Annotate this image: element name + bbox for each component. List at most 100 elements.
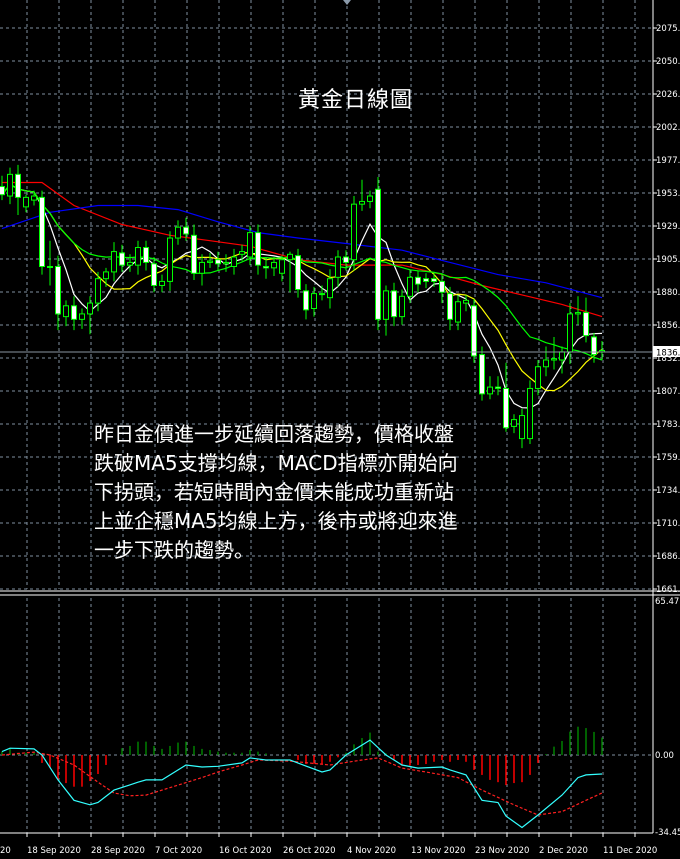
macd-signal-line — [1, 751, 603, 816]
candle-body — [519, 415, 525, 440]
candle-body — [23, 196, 29, 208]
bear-candle — [39, 190, 45, 275]
y-tick-label: 1734. — [656, 486, 680, 496]
bull-candle — [535, 359, 541, 396]
candle-body — [263, 265, 269, 269]
candle-body — [431, 278, 437, 282]
candle-body — [551, 358, 557, 361]
y-tick-label: 1977. — [656, 156, 680, 166]
candle-body — [287, 253, 293, 261]
bear-candle — [375, 177, 381, 331]
candle-body — [159, 280, 165, 286]
bear-candle — [15, 164, 21, 215]
candle-body — [343, 256, 349, 263]
candle-body — [231, 256, 237, 267]
y-tick-label: 1661. — [656, 585, 680, 595]
x-tick-label: 20 — [0, 846, 11, 856]
candle-body — [215, 259, 221, 265]
candle-body — [143, 247, 149, 263]
candle-body — [583, 312, 589, 337]
bull-candle — [279, 255, 285, 282]
x-tick-label: 2 Dec 2020 — [539, 846, 588, 856]
candle-body — [55, 265, 61, 315]
x-tick-label: 26 Oct 2020 — [283, 846, 336, 856]
bear-candle — [119, 244, 125, 272]
ma20-line — [1, 183, 603, 361]
x-tick-label: 11 Dec 2020 — [603, 846, 657, 856]
chart-window: 2075. 2050. 2026. 2002. 1977. 1953. 1929. 1905.… — [0, 0, 680, 859]
commentary-line: 昨日金價進一步延續回落趨勢，價格收盤 — [94, 422, 454, 446]
candle-body — [223, 261, 229, 265]
y-tick-label: 1880. — [656, 288, 680, 298]
grid: 2075. 2050. 2026. 2002. 1977. 1953. 1929. 1905.… — [0, 0, 680, 837]
candle-body — [135, 247, 141, 266]
candle-body — [39, 196, 45, 267]
bear-candle — [495, 376, 501, 396]
candle-body — [103, 271, 109, 280]
candle-body — [311, 293, 317, 310]
commentary-line: 跌破MA5支撐均線，MACD指標亦開始向 — [94, 451, 458, 475]
bear-candle — [503, 362, 509, 432]
candles — [0, 164, 605, 449]
bull-candle — [559, 346, 565, 374]
y-tick-label: 2026. — [656, 90, 680, 100]
candle-body — [479, 354, 485, 395]
candle-body — [279, 259, 285, 274]
x-tick-label: 28 Sep 2020 — [91, 846, 145, 856]
bear-candle — [423, 273, 429, 289]
y-tick-label: 1905. — [656, 255, 680, 265]
candle-body — [207, 260, 213, 263]
candle-body — [151, 263, 157, 286]
x-tick-label: 7 Oct 2020 — [155, 846, 202, 856]
bear-candle — [439, 273, 445, 304]
x-tick-label: 23 Nov 2020 — [475, 846, 529, 856]
candle-body — [167, 237, 173, 282]
y-tick-label: 1929. — [656, 222, 680, 232]
y-tick-label: 1759. — [656, 453, 680, 463]
bear-candle — [391, 282, 397, 327]
bull-candle — [159, 274, 165, 293]
macd-y-label: 65.47 — [655, 597, 679, 607]
bull-candle — [63, 300, 69, 327]
candle-body — [71, 305, 77, 320]
bear-candle — [479, 346, 485, 401]
candle-body — [271, 261, 277, 269]
candle-body — [319, 293, 325, 296]
bull-candle — [327, 269, 333, 309]
bull-candle — [351, 196, 357, 271]
candle-body — [575, 312, 581, 315]
ma-blue-line — [1, 204, 603, 299]
candle-body — [63, 305, 69, 318]
bear-candle — [143, 240, 149, 271]
candle-body — [439, 280, 445, 293]
candle-body — [383, 290, 389, 320]
candle-body — [191, 234, 197, 274]
candle-body — [183, 226, 189, 235]
candle-body — [447, 293, 453, 320]
bear-candle — [303, 284, 309, 320]
bull-candle — [79, 308, 85, 329]
candle-body — [31, 195, 37, 201]
commentary-line: 一步下跌的趨勢。 — [94, 538, 254, 562]
candle-body — [199, 261, 205, 274]
bear-candle — [295, 248, 301, 298]
bull-candle — [271, 257, 277, 276]
y-tick-label: 1807. — [656, 387, 680, 397]
bull-candle — [383, 285, 389, 336]
y-tick-label: 1783. — [656, 420, 680, 430]
candle-body — [559, 351, 565, 361]
candle-body — [391, 290, 397, 318]
bull-candle — [551, 336, 557, 370]
bull-candle — [511, 414, 517, 434]
macd-y-label: -34.45 — [655, 828, 680, 838]
candle-body — [335, 256, 341, 278]
candle-body — [415, 276, 421, 285]
macd-y-label: 0.00 — [655, 751, 674, 761]
bull-candle — [103, 267, 109, 287]
bear-candle — [431, 271, 437, 287]
bull-candle — [47, 240, 53, 286]
bull-candle — [111, 242, 117, 282]
bull-candle — [311, 286, 317, 317]
candle-body — [367, 195, 373, 202]
bull-candle — [7, 167, 13, 205]
